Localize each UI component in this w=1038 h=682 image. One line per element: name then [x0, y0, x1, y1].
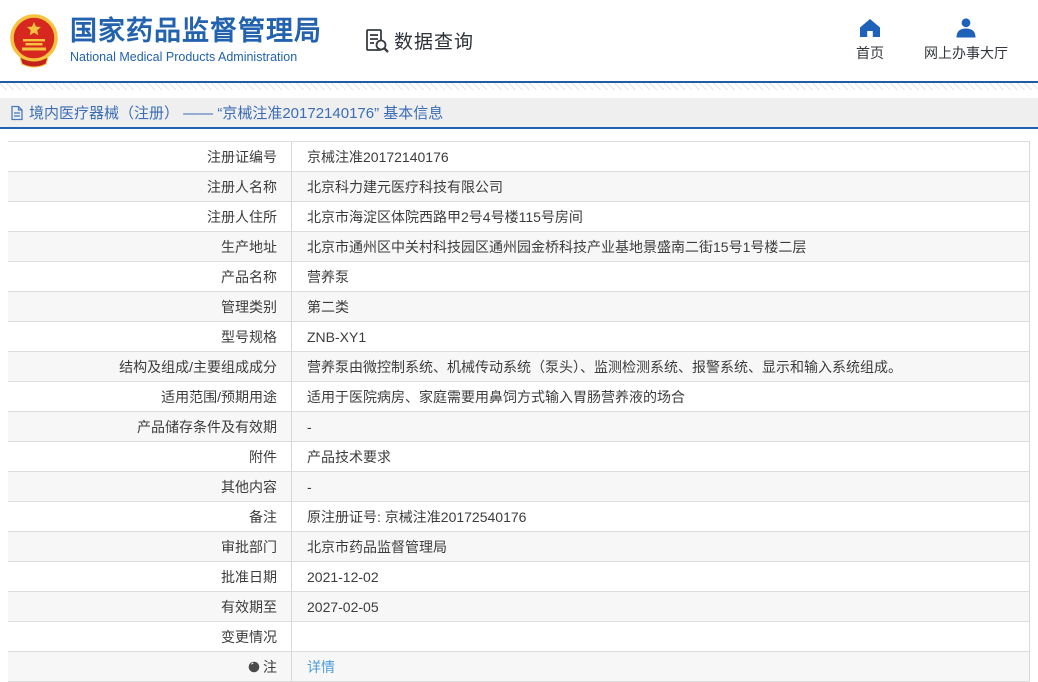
- row-label-text: 备注: [249, 507, 277, 527]
- row-label: 生产地址: [8, 232, 292, 261]
- row-label: 变更情况: [8, 622, 292, 651]
- row-value: 北京市药品监督管理局: [292, 532, 1029, 561]
- row-label-text: 注册人住所: [207, 207, 277, 227]
- row-label-text: 注: [263, 657, 277, 677]
- row-value: 营养泵由微控制系统、机械传动系统（泵头）、监测检测系统、报警系统、显示和输入系统…: [292, 352, 1029, 381]
- row-label-text: 管理类别: [221, 297, 277, 317]
- table-row: 注册证编号 京械注准20172140176: [8, 142, 1029, 172]
- row-label: 产品名称: [8, 262, 292, 291]
- row-label: 附件: [8, 442, 292, 471]
- row-value: 北京市海淀区体院西路甲2号4号楼115号房间: [292, 202, 1029, 231]
- row-value: ZNB-XY1: [292, 322, 1029, 351]
- main-nav: 首页 网上办事大厅: [856, 18, 1008, 63]
- row-label-text: 有效期至: [221, 597, 277, 617]
- row-value: 北京科力建元医疗科技有限公司: [292, 172, 1029, 201]
- nav-service-hall[interactable]: 网上办事大厅: [924, 18, 1008, 63]
- row-label-text: 批准日期: [221, 567, 277, 587]
- row-label-text: 注册证编号: [207, 147, 277, 167]
- row-label-text: 型号规格: [221, 327, 277, 347]
- row-label-text: 结构及组成/主要组成成分: [119, 357, 277, 377]
- row-value: -: [292, 412, 1029, 441]
- table-row: 适用范围/预期用途 适用于医院病房、家庭需要用鼻饲方式输入胃肠营养液的场合: [8, 382, 1029, 412]
- row-label: 注册证编号: [8, 142, 292, 171]
- nav-service-hall-label: 网上办事大厅: [924, 43, 1008, 63]
- table-row: 结构及组成/主要组成成分 营养泵由微控制系统、机械传动系统（泵头）、监测检测系统…: [8, 352, 1029, 382]
- table-row: 产品名称 营养泵: [8, 262, 1029, 292]
- row-label: 其他内容: [8, 472, 292, 501]
- row-label: 有效期至: [8, 592, 292, 621]
- data-query-section[interactable]: 数据查询: [364, 27, 474, 54]
- nav-home-label: 首页: [856, 43, 884, 63]
- row-label: 管理类别: [8, 292, 292, 321]
- national-emblem-logo: [8, 13, 60, 69]
- row-value: 第二类: [292, 292, 1029, 321]
- table-row: 注册人住所 北京市海淀区体院西路甲2号4号楼115号房间: [8, 202, 1029, 232]
- row-label: 适用范围/预期用途: [8, 382, 292, 411]
- table-row: 管理类别 第二类: [8, 292, 1029, 322]
- home-icon: [859, 18, 881, 38]
- row-label: 批准日期: [8, 562, 292, 591]
- table-row: 型号规格 ZNB-XY1: [8, 322, 1029, 352]
- row-label-text: 审批部门: [221, 537, 277, 557]
- info-table: 注册证编号 京械注准20172140176 注册人名称 北京科力建元医疗科技有限…: [8, 141, 1030, 682]
- data-query-icon: [364, 28, 390, 54]
- row-label: 型号规格: [8, 322, 292, 351]
- user-icon: [955, 18, 977, 38]
- row-value: 营养泵: [292, 262, 1029, 291]
- row-label-text: 适用范围/预期用途: [161, 387, 277, 407]
- note-icon: [248, 661, 260, 673]
- row-label-text: 生产地址: [221, 237, 277, 257]
- row-label-text: 产品名称: [221, 267, 277, 287]
- row-value: 2027-02-05: [292, 592, 1029, 621]
- page-title: 境内医疗器械（注册） —— “京械注准20172140176” 基本信息: [29, 102, 443, 123]
- table-row: 附件 产品技术要求: [8, 442, 1029, 472]
- site-header: 国家药品监督管理局 National Medical Products Admi…: [0, 0, 1038, 81]
- row-label: 注册人名称: [8, 172, 292, 201]
- nav-home[interactable]: 首页: [856, 18, 884, 63]
- row-value: 产品技术要求: [292, 442, 1029, 471]
- site-title: 国家药品监督管理局: [70, 17, 322, 47]
- row-label: 注: [8, 652, 292, 681]
- row-label: 注册人住所: [8, 202, 292, 231]
- row-label: 产品储存条件及有效期: [8, 412, 292, 441]
- row-label-text: 产品储存条件及有效期: [137, 417, 277, 437]
- row-value: 北京市通州区中关村科技园区通州园金桥科技产业基地景盛南二街15号1号楼二层: [292, 232, 1029, 261]
- row-label-text: 附件: [249, 447, 277, 467]
- table-row: 有效期至 2027-02-05: [8, 592, 1029, 622]
- row-value: 京械注准20172140176: [292, 142, 1029, 171]
- table-row: 其他内容 -: [8, 472, 1029, 502]
- row-label: 备注: [8, 502, 292, 531]
- table-row: 批准日期 2021-12-02: [8, 562, 1029, 592]
- row-value: 2021-12-02: [292, 562, 1029, 591]
- row-label-text: 注册人名称: [207, 177, 277, 197]
- row-value: [292, 622, 1029, 651]
- detail-link[interactable]: 详情: [292, 652, 1029, 681]
- hatch-band: [0, 83, 1038, 90]
- table-row: 产品储存条件及有效期 -: [8, 412, 1029, 442]
- row-label: 结构及组成/主要组成成分: [8, 352, 292, 381]
- table-row: 备注 原注册证号: 京械注准20172540176: [8, 502, 1029, 532]
- table-row: 变更情况: [8, 622, 1029, 652]
- document-icon: [10, 105, 24, 121]
- row-value: 原注册证号: 京械注准20172540176: [292, 502, 1029, 531]
- table-row: 审批部门 北京市药品监督管理局: [8, 532, 1029, 562]
- table-row: 注 详情: [8, 652, 1029, 682]
- brand-home-link[interactable]: 国家药品监督管理局 National Medical Products Admi…: [8, 13, 322, 69]
- row-value: 适用于医院病房、家庭需要用鼻饲方式输入胃肠营养液的场合: [292, 382, 1029, 411]
- breadcrumb: 境内医疗器械（注册） —— “京械注准20172140176” 基本信息: [0, 98, 1038, 129]
- data-query-label: 数据查询: [394, 27, 474, 54]
- row-label-text: 变更情况: [221, 627, 277, 647]
- site-subtitle: National Medical Products Administration: [70, 50, 322, 64]
- table-row: 注册人名称 北京科力建元医疗科技有限公司: [8, 172, 1029, 202]
- row-label: 审批部门: [8, 532, 292, 561]
- row-label-text: 其他内容: [221, 477, 277, 497]
- row-value: -: [292, 472, 1029, 501]
- table-row: 生产地址 北京市通州区中关村科技园区通州园金桥科技产业基地景盛南二街15号1号楼…: [8, 232, 1029, 262]
